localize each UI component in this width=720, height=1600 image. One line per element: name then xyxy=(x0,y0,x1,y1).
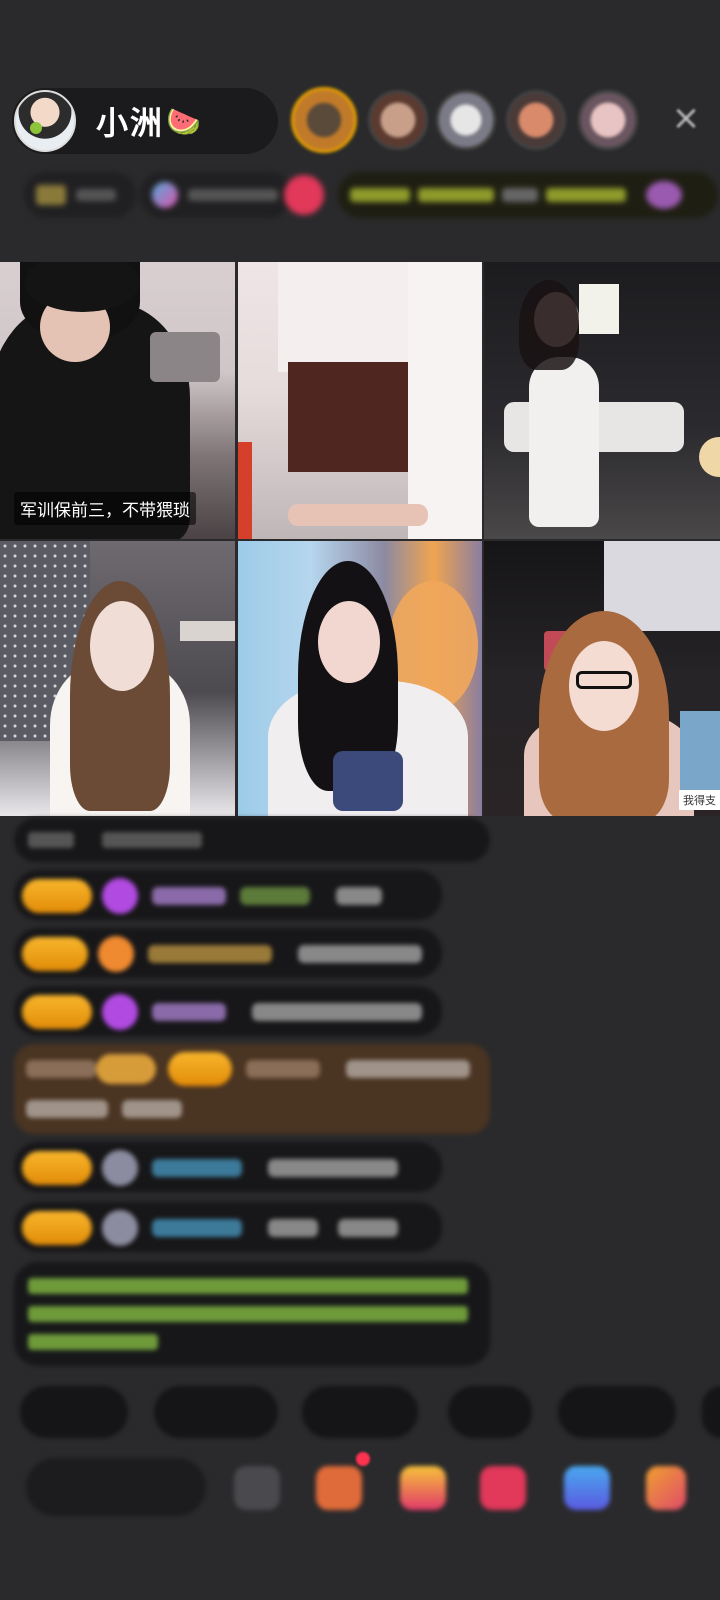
chat-username xyxy=(152,1159,242,1177)
gem-icon xyxy=(102,878,138,914)
chat-message-1-content xyxy=(22,878,382,914)
top-viewer-avatar-4[interactable] xyxy=(506,90,566,150)
stream-info-row[interactable] xyxy=(24,172,718,218)
heart-icon xyxy=(98,936,134,972)
host-info-pill[interactable]: 小洲 🍉 xyxy=(12,88,278,154)
avatar-icon xyxy=(102,1150,138,1186)
red-packet-icon[interactable] xyxy=(480,1466,526,1510)
more-grid-icon[interactable] xyxy=(646,1466,686,1510)
chat-username xyxy=(152,1003,226,1021)
quick-reply-1[interactable] xyxy=(20,1386,128,1438)
host-name: 小洲 xyxy=(96,104,165,142)
host-avatar[interactable] xyxy=(14,90,76,152)
top-viewer-avatar-3[interactable] xyxy=(436,90,496,150)
chat-bubble-icon[interactable] xyxy=(564,1466,610,1510)
quick-reply-2[interactable] xyxy=(154,1386,278,1438)
multi-guest-video-grid: 军训保前三，不带猥琐 我得支 xyxy=(0,262,720,816)
video-tile-3[interactable] xyxy=(484,262,720,539)
quick-reply-6[interactable] xyxy=(702,1386,720,1438)
chat-message-6-content xyxy=(22,1210,398,1246)
video-tile-1[interactable]: 军训保前三，不带猥琐 xyxy=(0,262,235,539)
chat-message-3-content xyxy=(22,994,422,1030)
level-badge xyxy=(22,879,92,913)
watermelon-icon: 🍉 xyxy=(166,104,201,138)
rank-chip[interactable] xyxy=(24,172,136,218)
grid-icon[interactable] xyxy=(234,1466,280,1510)
chat-username xyxy=(152,887,226,905)
activity-banner[interactable] xyxy=(338,172,718,218)
level-badge xyxy=(22,995,92,1029)
chat-username xyxy=(148,945,272,963)
quick-reply-5[interactable] xyxy=(558,1386,676,1438)
level-badge xyxy=(22,1151,92,1185)
video-tile-6[interactable]: 我得支 xyxy=(484,541,720,816)
top-viewer-avatar-1[interactable] xyxy=(291,87,357,153)
video-tile-6-caption: 我得支 xyxy=(679,790,720,810)
gift-round-icon[interactable] xyxy=(284,175,324,215)
chat-message-2-content xyxy=(22,936,422,972)
quick-reply-4[interactable] xyxy=(448,1386,532,1438)
top-viewer-avatar-5[interactable] xyxy=(578,90,638,150)
gift-icon[interactable] xyxy=(316,1466,362,1510)
video-tile-5[interactable] xyxy=(238,541,482,816)
quick-reply-3[interactable] xyxy=(302,1386,418,1438)
video-tile-4[interactable] xyxy=(0,541,235,816)
avatar-icon xyxy=(102,1210,138,1246)
popularity-chip[interactable] xyxy=(140,172,292,218)
video-tile-2[interactable] xyxy=(238,262,482,539)
chat-message-4-content xyxy=(26,1052,470,1086)
video-tile-1-caption: 军训保前三，不带猥琐 xyxy=(14,492,196,525)
chat-notice-green xyxy=(14,1262,490,1366)
chat-system-line xyxy=(14,818,490,862)
chat-message-5-content xyxy=(22,1150,398,1186)
level-badge xyxy=(22,1211,92,1245)
close-icon[interactable]: × xyxy=(668,100,704,136)
notification-dot xyxy=(356,1452,370,1466)
chat-username xyxy=(152,1219,242,1237)
gem-icon xyxy=(102,994,138,1030)
gift-box-icon[interactable] xyxy=(400,1466,446,1510)
chat-input[interactable] xyxy=(26,1458,206,1516)
level-badge xyxy=(168,1052,232,1086)
chat-message-4-line2 xyxy=(26,1100,182,1118)
level-badge xyxy=(22,937,88,971)
top-viewer-avatar-2[interactable] xyxy=(368,90,428,150)
